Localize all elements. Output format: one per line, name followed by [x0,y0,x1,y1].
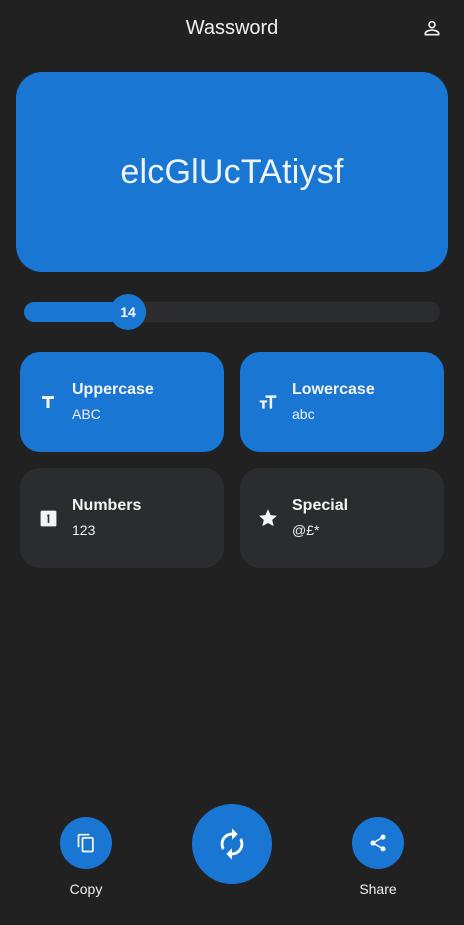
share-button[interactable] [352,817,404,869]
option-subtitle: @£* [292,522,320,538]
app-title: Wassword [185,17,279,39]
top-app-bar: Wassword [0,0,464,58]
option-title: Numbers [72,497,142,514]
text-t-icon [37,391,59,413]
option-title: Uppercase [72,381,154,398]
copy-button[interactable] [60,817,112,869]
option-subtitle: 123 [72,522,96,538]
password-card[interactable]: elcGlUcTAtiysf [16,72,448,272]
numbers-toggle[interactable]: Numbers 123 [20,468,224,568]
number-one-box-icon [37,507,59,529]
length-value: 14 [120,304,136,320]
length-slider[interactable]: 14 [24,294,440,330]
app-screen: Wassword elcGlUcTAtiysf 14 Uppercase ABC [0,0,464,925]
text-size-icon [257,391,279,413]
refresh-icon [220,828,244,860]
share-icon [370,834,386,852]
copy-icon [77,833,94,853]
uppercase-toggle[interactable]: Uppercase ABC [20,352,224,452]
option-title: Special [292,497,349,514]
account-button[interactable] [420,16,444,40]
option-subtitle: abc [292,406,315,422]
option-title: Lowercase [292,381,375,398]
star-icon [257,507,279,529]
special-toggle[interactable]: Special @£* [240,468,444,568]
option-subtitle: ABC [72,406,101,422]
copy-label: Copy [69,881,103,897]
person-outline-icon [424,20,440,36]
regenerate-button[interactable] [192,804,272,884]
slider-thumb[interactable]: 14 [110,294,146,330]
generated-password: elcGlUcTAtiysf [120,152,344,191]
lowercase-toggle[interactable]: Lowercase abc [240,352,444,452]
share-label: Share [359,881,397,897]
